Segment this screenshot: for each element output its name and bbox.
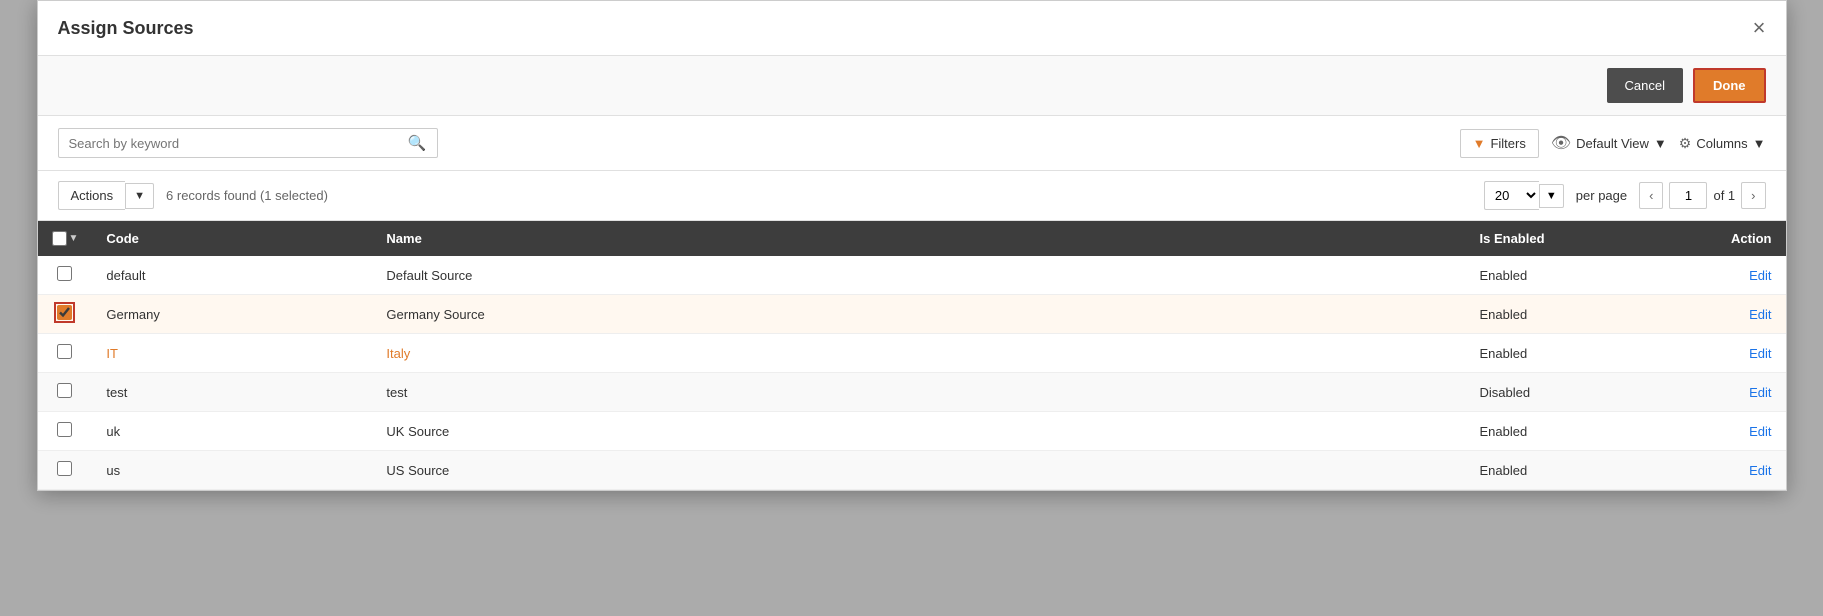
- row-code: uk: [92, 412, 372, 451]
- cancel-button[interactable]: Cancel: [1607, 68, 1683, 103]
- pagination-controls: 20 50 100 ▼ per page ‹ of 1 ›: [1484, 181, 1766, 210]
- per-page-caret[interactable]: ▼: [1539, 184, 1564, 208]
- row-is-enabled: Enabled: [1466, 412, 1686, 451]
- prev-page-button[interactable]: ‹: [1639, 182, 1663, 209]
- row-checkbox-cell: [38, 451, 93, 490]
- filters-button[interactable]: ▼ Filters: [1460, 129, 1539, 158]
- search-input[interactable]: [69, 136, 408, 151]
- row-name: Default Source: [372, 256, 1465, 295]
- filters-row: 🔍 ▼ Filters 👁 Default View ▼ ⚙ Columns ▼: [38, 116, 1786, 171]
- actions-bar: Actions ▼ 6 records found (1 selected) 2…: [38, 171, 1786, 221]
- per-page-label: per page: [1576, 188, 1627, 203]
- table-row: IT Italy Enabled Edit: [38, 334, 1786, 373]
- th-action: Action: [1686, 221, 1786, 256]
- row-checkbox-cell: [38, 256, 93, 295]
- page-input[interactable]: [1669, 182, 1707, 209]
- row-is-enabled: Enabled: [1466, 256, 1686, 295]
- row-is-enabled: Enabled: [1466, 451, 1686, 490]
- table-row: ukUK SourceEnabled Edit: [38, 412, 1786, 451]
- modal-header: Assign Sources ×: [38, 1, 1786, 56]
- row-action-cell: Edit: [1686, 256, 1786, 295]
- th-checkbox-cell: ▼: [38, 221, 93, 256]
- table-row: defaultDefault SourceEnabled Edit: [38, 256, 1786, 295]
- row-action-cell: Edit: [1686, 412, 1786, 451]
- done-button[interactable]: Done: [1693, 68, 1766, 103]
- actions-button[interactable]: Actions: [58, 181, 126, 210]
- row-checkbox[interactable]: [57, 422, 72, 437]
- row-checkbox[interactable]: [57, 383, 72, 398]
- row-checkbox[interactable]: [57, 344, 72, 359]
- row-checkbox[interactable]: [57, 266, 72, 281]
- row-code: Germany: [92, 295, 372, 334]
- modal-toolbar: Cancel Done: [38, 56, 1786, 116]
- row-code: us: [92, 451, 372, 490]
- search-container: 🔍: [58, 128, 438, 158]
- th-name: Name: [372, 221, 1465, 256]
- per-page-group: 20 50 100 ▼: [1484, 181, 1564, 210]
- row-code: test: [92, 373, 372, 412]
- assign-sources-modal: Assign Sources × Cancel Done 🔍 ▼ Filters…: [37, 0, 1787, 491]
- row-checkbox-cell: [38, 334, 93, 373]
- search-icon: 🔍: [408, 134, 427, 152]
- row-checkbox[interactable]: [57, 305, 72, 320]
- actions-caret-button[interactable]: ▼: [125, 183, 154, 209]
- view-label: Default View: [1576, 136, 1649, 151]
- row-is-enabled: Enabled: [1466, 334, 1686, 373]
- table-row: usUS SourceEnabled Edit: [38, 451, 1786, 490]
- row-is-enabled: Enabled: [1466, 295, 1686, 334]
- view-caret-icon: ▼: [1654, 136, 1667, 151]
- table-row: testtestDisabledEdit: [38, 373, 1786, 412]
- row-name: Italy: [372, 334, 1465, 373]
- edit-link[interactable]: Edit: [1749, 385, 1771, 400]
- per-page-select[interactable]: 20 50 100: [1484, 181, 1539, 210]
- row-action-cell: Edit: [1686, 373, 1786, 412]
- columns-caret-icon: ▼: [1753, 136, 1766, 151]
- next-page-button[interactable]: ›: [1741, 182, 1765, 209]
- columns-button[interactable]: ⚙ Columns ▼: [1679, 135, 1766, 152]
- gear-icon: ⚙: [1679, 135, 1692, 152]
- row-code: IT: [92, 334, 372, 373]
- th-is-enabled: Is Enabled: [1466, 221, 1686, 256]
- row-checkbox-cell: [38, 295, 93, 334]
- name-link[interactable]: Italy: [386, 346, 410, 361]
- row-is-enabled: Disabled: [1466, 373, 1686, 412]
- code-link[interactable]: IT: [106, 346, 118, 361]
- select-all-checkbox[interactable]: [52, 231, 67, 246]
- actions-dropdown: Actions ▼: [58, 181, 155, 210]
- row-name: UK Source: [372, 412, 1465, 451]
- header-checkbox-caret[interactable]: ▼: [69, 233, 79, 244]
- modal-title: Assign Sources: [58, 18, 194, 39]
- row-checkbox[interactable]: [57, 461, 72, 476]
- edit-link[interactable]: Edit: [1749, 307, 1771, 322]
- table-body: defaultDefault SourceEnabledEditGermanyG…: [38, 256, 1786, 490]
- columns-label: Columns: [1696, 136, 1747, 151]
- of-page-text: of 1: [1713, 188, 1735, 203]
- row-code: default: [92, 256, 372, 295]
- edit-link[interactable]: Edit: [1749, 268, 1771, 283]
- default-view-button[interactable]: 👁 Default View ▼: [1551, 133, 1667, 153]
- row-checkbox-cell: [38, 412, 93, 451]
- filter-right-controls: ▼ Filters 👁 Default View ▼ ⚙ Columns ▼: [1460, 129, 1766, 158]
- modal-overlay: Assign Sources × Cancel Done 🔍 ▼ Filters…: [0, 0, 1823, 616]
- filter-icon: ▼: [1473, 136, 1486, 151]
- eye-icon: 👁: [1551, 133, 1571, 153]
- records-info: 6 records found (1 selected): [166, 188, 328, 203]
- actions-left: Actions ▼ 6 records found (1 selected): [58, 181, 328, 210]
- row-name: US Source: [372, 451, 1465, 490]
- edit-link[interactable]: Edit: [1749, 424, 1771, 439]
- row-action-cell: Edit: [1686, 334, 1786, 373]
- row-action-cell: Edit: [1686, 451, 1786, 490]
- filters-label: Filters: [1490, 136, 1525, 151]
- edit-link[interactable]: Edit: [1749, 346, 1771, 361]
- sources-table: ▼ Code Name Is Enabled Action: [38, 221, 1786, 490]
- table-header-row: ▼ Code Name Is Enabled Action: [38, 221, 1786, 256]
- row-action-cell: Edit: [1686, 295, 1786, 334]
- row-checkbox-cell: [38, 373, 93, 412]
- row-name: Germany Source: [372, 295, 1465, 334]
- edit-link[interactable]: Edit: [1749, 463, 1771, 478]
- table-row: GermanyGermany SourceEnabled Edit: [38, 295, 1786, 334]
- row-name: test: [372, 373, 1465, 412]
- th-code: Code: [92, 221, 372, 256]
- close-button[interactable]: ×: [1753, 17, 1766, 39]
